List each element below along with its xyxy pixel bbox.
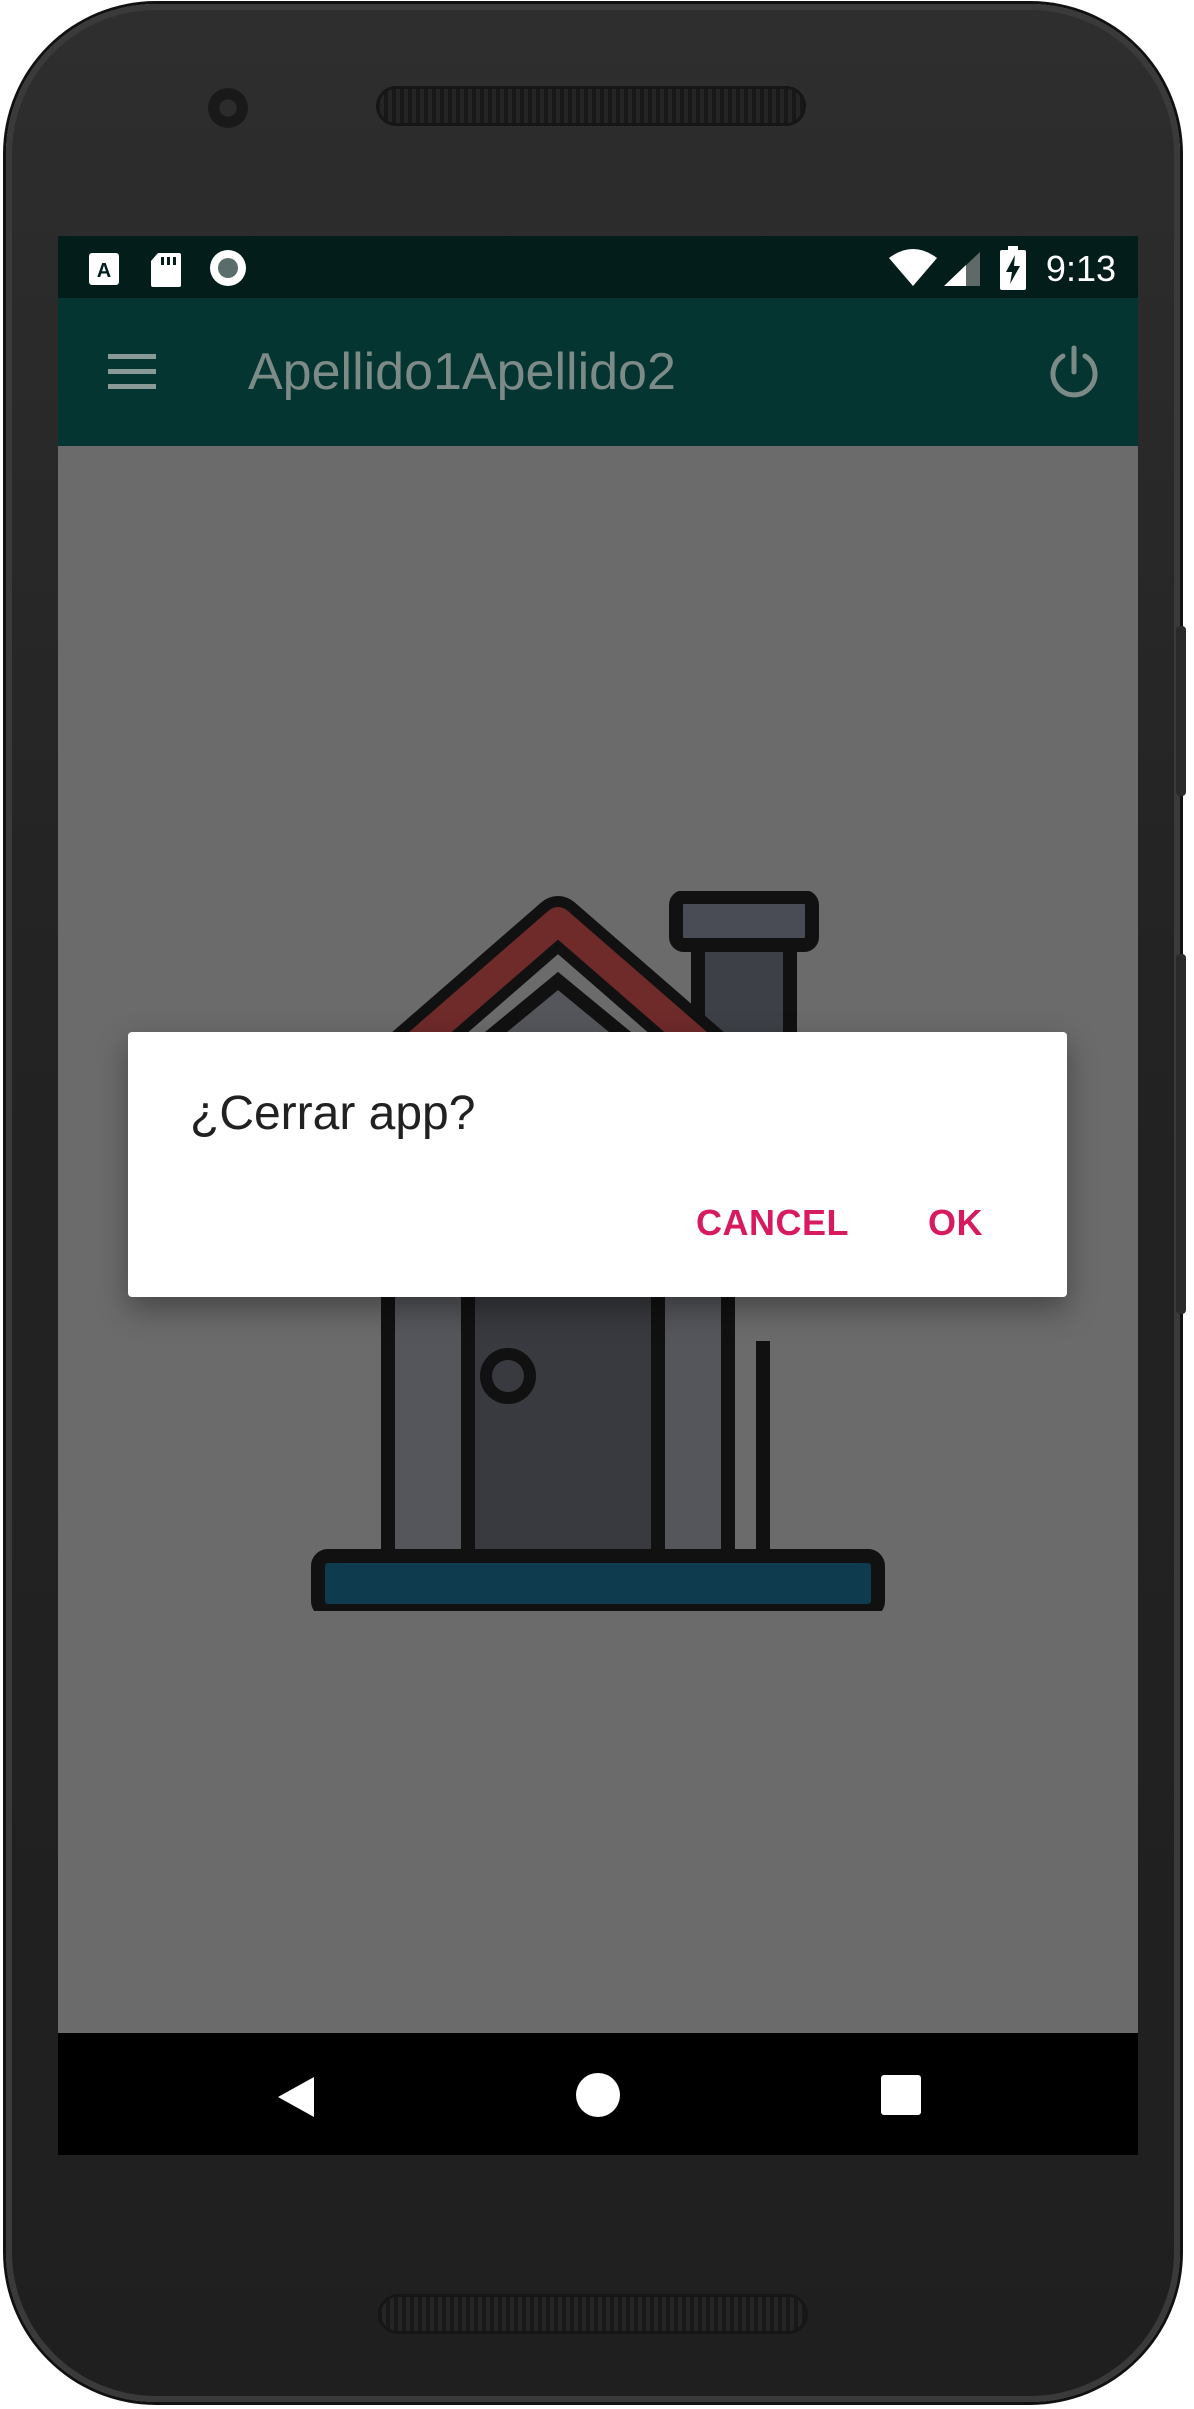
confirm-dialog: ¿Cerrar app? CANCEL OK [128,1032,1067,1297]
dialog-title: ¿Cerrar app? [190,1087,476,1140]
bottom-speaker [378,2294,808,2334]
back-icon[interactable] [276,2075,316,2119]
navigation-bar [58,2033,1138,2155]
cancel-button[interactable]: CANCEL [696,1202,849,1244]
phone-frame: A 9:13 Apellido1Apellido2 ¿Cerrar app? C… [6,4,1186,2402]
home-icon[interactable] [576,2073,620,2117]
power-side-button [1176,954,1186,1314]
front-camera [208,88,248,128]
top-speaker [376,86,806,126]
ok-button[interactable]: OK [928,1202,983,1244]
volume-button [1176,626,1186,796]
recents-icon[interactable] [881,2075,921,2115]
screen: A 9:13 Apellido1Apellido2 ¿Cerrar app? C… [58,236,1138,2155]
